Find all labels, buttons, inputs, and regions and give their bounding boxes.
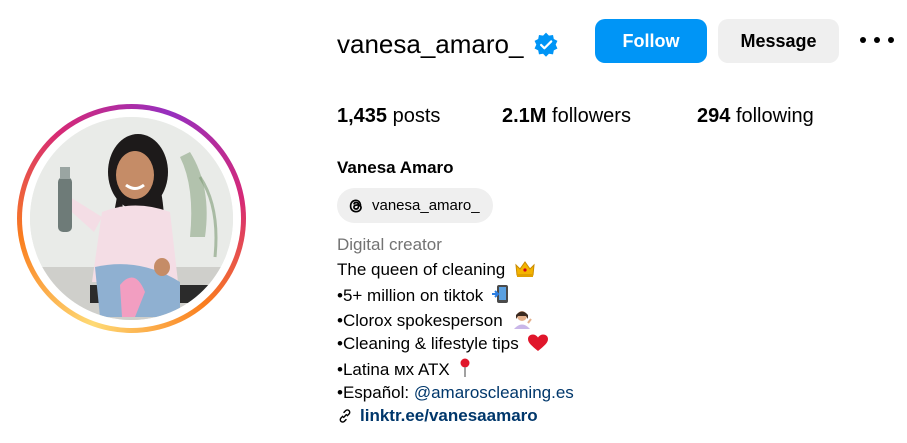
following-stat[interactable]: 294 following — [697, 103, 814, 129]
round-pushpin-emoji-icon — [460, 358, 470, 377]
external-link[interactable]: linktr.ee/vanesaamaro — [337, 405, 538, 427]
bio-line: •5+ million on tiktok — [337, 284, 510, 307]
follow-button[interactable]: Follow — [595, 19, 707, 63]
bio-line: •Cleaning & lifestyle tips — [337, 333, 549, 355]
message-button[interactable]: Message — [718, 19, 839, 63]
posts-label: posts — [392, 105, 441, 127]
link-icon — [339, 409, 351, 423]
more-dot — [874, 37, 880, 43]
threads-badge[interactable]: vanesa_amaro_ — [337, 188, 493, 223]
more-dot — [860, 37, 866, 43]
following-label: following — [735, 105, 814, 127]
bio-line-text: •Español: — [337, 383, 414, 402]
following-count: 294 — [697, 105, 731, 127]
followers-stat[interactable]: 2.1M followers — [502, 103, 631, 129]
category-label: Digital creator — [337, 235, 442, 254]
followers-count: 2.1M — [502, 105, 547, 127]
bio-line-text: •5+ million on tiktok — [337, 286, 484, 305]
bio-line-text: •Cleaning & lifestyle tips — [337, 334, 519, 353]
bio-line: The queen of cleaning — [337, 259, 536, 281]
username: vanesa_amaro_ — [337, 29, 524, 59]
bio-line: •Español: @amaroscleaning.es — [337, 382, 574, 404]
followers-label: followers — [552, 105, 631, 127]
more-dot — [888, 37, 894, 43]
external-link-text: linktr.ee/vanesaamaro — [360, 406, 538, 425]
bio-line-text: •Clorox spokesperson — [337, 311, 503, 330]
posts-count: 1,435 — [337, 105, 388, 127]
avatar-illustration — [30, 117, 233, 320]
person-tipping-hand-emoji-icon — [514, 311, 533, 329]
mention-link[interactable]: @amaroscleaning.es — [414, 383, 574, 402]
story-ring[interactable] — [17, 104, 246, 333]
bio-line-text: •Latina ᴍx ATX — [337, 360, 450, 379]
crown-emoji-icon — [515, 261, 535, 277]
threads-handle: vanesa_amaro_ — [372, 197, 480, 214]
bio-line: •Clorox spokesperson — [337, 309, 533, 332]
bio-line: •Latina ᴍx ATX — [337, 358, 471, 381]
phone-arrow-emoji-icon — [492, 285, 509, 303]
red-heart-emoji-icon — [528, 334, 549, 351]
full-name: Vanesa Amaro — [337, 158, 454, 177]
posts-stat: 1,435 posts — [337, 103, 440, 129]
bio-line-text: The queen of cleaning — [337, 260, 506, 279]
avatar[interactable] — [30, 117, 233, 320]
threads-icon — [349, 198, 362, 213]
more-options-icon[interactable] — [860, 28, 894, 52]
verified-badge-icon — [534, 32, 558, 57]
